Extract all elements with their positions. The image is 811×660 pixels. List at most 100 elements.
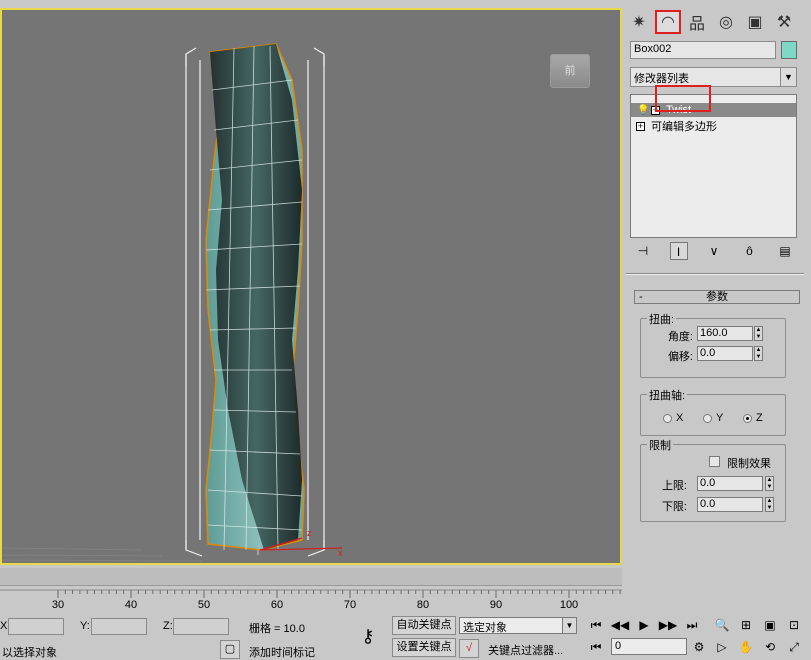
field-of-view-icon[interactable]: ▷	[712, 638, 732, 657]
upper-limit-input[interactable]: 0.0	[697, 476, 763, 491]
y-coord-field[interactable]	[91, 618, 147, 635]
make-unique-icon[interactable]: ∨	[705, 242, 723, 260]
go-to-start-icon[interactable]: ⏮	[586, 616, 606, 635]
modify-tab-icon[interactable]: ◠	[655, 10, 681, 34]
twisted-column	[205, 43, 305, 551]
key-curve-icon[interactable]: √	[459, 639, 479, 658]
axis-y-label: Y	[716, 412, 724, 424]
zoom-extents-icon[interactable]: ▣	[760, 616, 780, 635]
angle-spinner-arrows[interactable]: ▲ ▼	[754, 326, 763, 341]
lightbulb-icon[interactable]: 💡	[637, 105, 649, 116]
utilities-tab-icon[interactable]: ⚒	[771, 10, 797, 34]
axis-group-title: 扭曲轴:	[647, 387, 688, 403]
stack-toolbar: ⊣ I ∨ ô ▤	[634, 242, 794, 262]
auto-key-button[interactable]: 自动关键点	[392, 616, 456, 635]
lower-spinner-arrows[interactable]: ▲ ▼	[765, 497, 774, 512]
panel-divider	[626, 273, 804, 275]
collapse-minus-icon: -	[639, 291, 643, 303]
object-name-field[interactable]: Box002	[630, 41, 776, 59]
radio-dot	[663, 413, 672, 423]
current-frame-field[interactable]: 0	[611, 638, 687, 655]
lower-limit-label: 下限:	[661, 501, 687, 513]
key-filters-button[interactable]: 关键点过滤器...	[488, 642, 563, 658]
configure-sets-icon[interactable]: ▤	[776, 242, 794, 260]
y-coord-label: Y:	[80, 620, 90, 632]
twisted-box-render: z x	[2, 43, 343, 562]
timeline: 30 40 50 60 70 80 90 100	[0, 568, 622, 612]
limit-effect-label: 限制效果	[727, 458, 771, 470]
bias-spinner-arrows[interactable]: ▲ ▼	[754, 346, 763, 361]
x-coord-field[interactable]	[8, 618, 64, 635]
zoom-icon[interactable]: 🔍	[712, 616, 732, 635]
limit-effect-checkbox[interactable]	[709, 456, 720, 467]
limits-group-title: 限制	[647, 437, 673, 453]
show-end-result-icon[interactable]: I	[669, 242, 688, 260]
svg-text:x: x	[338, 548, 343, 558]
display-tab-icon[interactable]: ▣	[742, 10, 768, 34]
next-frame-icon[interactable]: ▶▶	[658, 616, 678, 635]
previous-frame-icon[interactable]: ◀◀	[610, 616, 630, 635]
key-mode-icon[interactable]: ⏮	[586, 638, 606, 657]
radio-dot	[743, 413, 752, 423]
create-tab-icon[interactable]: ✷	[626, 10, 652, 34]
axis-x-radio[interactable]: X	[663, 412, 683, 424]
dropdown-arrow-icon: ▼	[562, 618, 576, 633]
orbit-icon[interactable]: ⟲	[760, 638, 780, 657]
time-config-icon[interactable]: ⚙	[689, 638, 709, 657]
set-key-button[interactable]: 设置关键点	[392, 638, 456, 657]
twist-highlight-box	[655, 85, 711, 112]
grid-size-text: 栅格 = 10.0	[249, 623, 305, 635]
twist-group-title: 扭曲:	[647, 311, 677, 327]
add-time-tag-label[interactable]: 添加时间标记	[249, 644, 315, 660]
angle-label: 角度:	[667, 331, 693, 343]
tick-label: 100	[559, 599, 579, 611]
motion-tab-icon[interactable]: ◎	[713, 10, 739, 34]
bias-input[interactable]: 0.0	[697, 346, 753, 361]
lower-limit-input[interactable]: 0.0	[697, 497, 763, 512]
axis-y-radio[interactable]: Y	[703, 412, 723, 424]
tick-label: 30	[51, 599, 65, 611]
zoom-extents-all-icon[interactable]: ⊡	[784, 616, 804, 635]
parameters-rollout-header[interactable]: - 参数	[634, 290, 800, 304]
go-to-end-icon[interactable]: ⏭	[682, 616, 702, 635]
axis-z-label: Z	[756, 412, 763, 424]
set-key-icon[interactable]: ⚷	[348, 616, 388, 656]
upper-limit-label: 上限:	[661, 480, 687, 492]
pan-hand-icon[interactable]: ✋	[736, 638, 756, 657]
rollout-title: 参数	[706, 291, 728, 303]
time-tag-icon[interactable]: ▢	[220, 640, 240, 659]
tick-label: 80	[416, 599, 430, 611]
key-filter-select-value: 选定对象	[463, 622, 507, 634]
play-icon[interactable]: ▶	[634, 616, 654, 635]
track-bar[interactable]	[0, 588, 622, 610]
tick-label: 70	[343, 599, 357, 611]
modifier-stack: 💡 + Twist + 可编辑多边形	[630, 94, 797, 238]
remove-modifier-icon[interactable]: ô	[741, 242, 759, 260]
key-filter-select[interactable]: 选定对象 ▼	[459, 617, 577, 634]
axis-z-radio[interactable]: Z	[743, 412, 763, 424]
command-panel-tabs: ✷ ◠ 品 ◎ ▣ ⚒	[626, 10, 811, 36]
tick-label: 40	[124, 599, 138, 611]
twist-group: 扭曲: 角度: 160.0 ▲ ▼ 偏移: 0.0 ▲ ▼	[640, 311, 786, 378]
radio-dot	[703, 413, 712, 423]
perspective-viewport[interactable]: z x 前	[0, 8, 622, 565]
angle-input[interactable]: 160.0	[697, 326, 753, 341]
twist-axis-group: 扭曲轴: X Y Z	[640, 387, 786, 436]
stack-item-editable-poly[interactable]: + 可编辑多边形	[631, 119, 796, 133]
expand-plus-icon[interactable]: +	[636, 121, 645, 131]
tick-label: 50	[197, 599, 211, 611]
hierarchy-tab-icon[interactable]: 品	[684, 10, 710, 34]
prompt-text: 以选择对象	[2, 647, 57, 659]
command-panel: ✷ ◠ 品 ◎ ▣ ⚒ Box002 修改器列表 ▼ 💡 + Twist + 可…	[626, 8, 811, 608]
maximize-viewport-icon[interactable]: ⤢	[784, 638, 804, 657]
pin-stack-icon[interactable]: ⊣	[634, 242, 652, 260]
viewcube[interactable]: 前	[550, 54, 590, 88]
zoom-all-icon[interactable]: ⊞	[736, 616, 756, 635]
stack-item-label: 可编辑多边形	[651, 121, 717, 133]
z-coord-field[interactable]	[173, 618, 229, 635]
modifier-list-dropdown[interactable]: 修改器列表 ▼	[630, 67, 797, 87]
svg-text:z: z	[307, 528, 312, 538]
time-slider[interactable]	[0, 568, 622, 586]
object-color-swatch[interactable]	[781, 41, 797, 59]
upper-spinner-arrows[interactable]: ▲ ▼	[765, 476, 774, 491]
